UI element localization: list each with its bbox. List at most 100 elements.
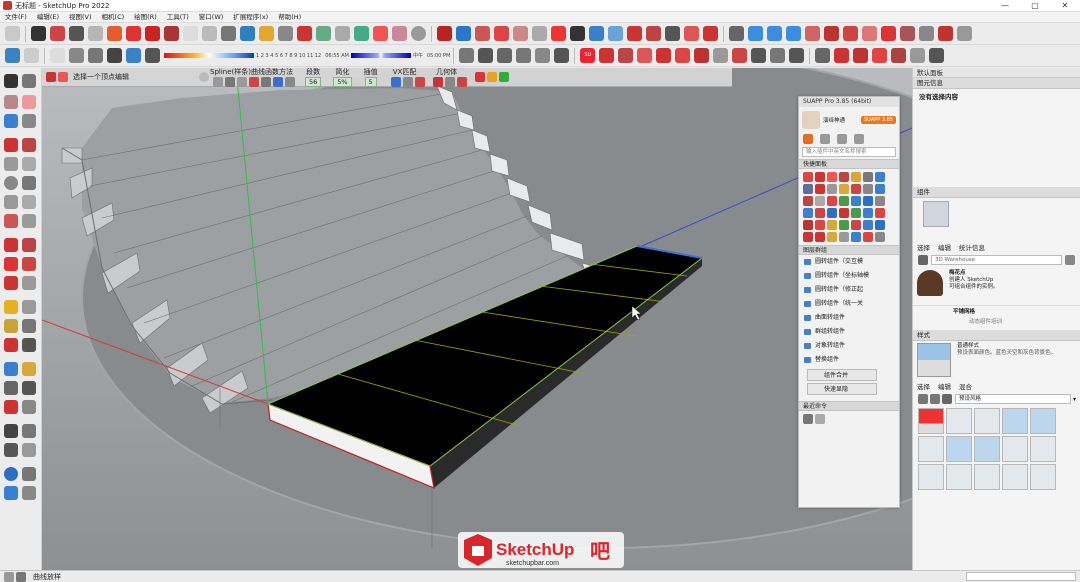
lasso-icon[interactable] [22,74,36,88]
segments-field[interactable]: 56 [304,77,322,87]
section-cut-icon[interactable] [475,26,490,41]
quick-tool-icon[interactable] [815,208,825,218]
list-item[interactable]: 替换组件 [799,353,899,367]
list-item[interactable]: 对象转组件 [799,339,899,353]
quick-tool-icon[interactable] [839,184,849,194]
style-swatch[interactable] [1030,408,1056,434]
spline-option-5-icon[interactable] [261,77,272,87]
rotate-tool-icon[interactable] [145,26,160,41]
two-point-icon[interactable] [938,26,953,41]
style-icon[interactable] [88,48,103,63]
style-swatch[interactable] [946,464,972,490]
three-point-arc-icon[interactable] [4,214,18,228]
section-display-icon[interactable] [456,26,471,41]
text-icon[interactable] [22,319,36,333]
quick-toggle-button[interactable]: 快速显隐 [807,383,877,395]
pan-icon[interactable] [259,26,274,41]
quick-tool-icon[interactable] [815,184,825,194]
dimension-icon[interactable] [22,300,36,314]
vx-option-1-icon[interactable] [390,77,401,87]
spline-option-4-icon[interactable] [249,77,260,87]
quick-tool-icon[interactable] [851,172,861,182]
style-swatch[interactable] [1002,408,1028,434]
fog-icon[interactable] [126,48,141,63]
suapp-axis-icon[interactable] [815,48,831,63]
quick-tool-icon[interactable] [875,172,885,182]
push-pull-icon[interactable] [107,26,122,41]
interp-field[interactable]: 5 [364,77,377,87]
menu-window[interactable]: 窗口(W) [194,12,229,23]
geometry-option-3-icon[interactable] [456,77,467,87]
camera-icon[interactable] [881,26,896,41]
quick-tool-icon[interactable] [863,184,873,194]
section-plane-icon[interactable] [437,26,452,41]
maximize-button[interactable]: ▢ [1020,0,1050,12]
extension-warehouse-icon[interactable] [354,26,369,41]
quick-tool-icon[interactable] [815,220,825,230]
text-tool-icon[interactable] [221,26,236,41]
styles-header[interactable]: 样式 [913,330,1080,341]
tag-icon[interactable] [4,114,18,128]
quick-tool-icon[interactable] [875,232,885,242]
3d-text-icon[interactable] [22,338,36,352]
quick-tool-icon[interactable] [839,172,849,182]
suapp-sun-icon[interactable] [637,48,653,63]
quick-tool-icon[interactable] [863,232,873,242]
style-collection-select[interactable]: 预设风格 [955,394,1071,404]
pencil-icon[interactable] [50,26,65,41]
simplify-field[interactable]: 5% [333,77,352,87]
quick-tool-icon[interactable] [803,196,813,206]
shadow-time-slider[interactable] [350,53,411,58]
menu-view[interactable]: 视图(V) [64,12,97,23]
suapp-marker-icon[interactable] [751,48,767,63]
quick-tool-icon[interactable] [851,208,861,218]
suapp-tree-icon[interactable] [872,48,888,63]
quick-tool-icon[interactable] [875,184,885,194]
right-view-icon[interactable] [805,26,820,41]
quick-tool-icon[interactable] [863,208,873,218]
tab-statistics[interactable]: 统计信息 [959,242,985,252]
quick-tool-icon[interactable] [803,208,813,218]
layers-icon[interactable] [459,48,475,63]
line-icon[interactable] [4,138,18,152]
parallel-projection-icon[interactable] [900,26,915,41]
quick-tool-icon[interactable] [827,208,837,218]
top-view-icon[interactable] [767,26,782,41]
style-swatch[interactable] [946,408,972,434]
offset-tool-icon[interactable] [183,26,198,41]
zoom-extents-left-icon[interactable] [4,400,18,414]
undo-vertex-icon[interactable] [474,72,485,82]
spline-option-1-icon[interactable] [213,77,224,87]
search-icon[interactable] [5,26,20,41]
list-item[interactable]: 群组转组件 [799,325,899,339]
suapp-mail-icon[interactable] [599,48,615,63]
style-swatch[interactable] [1030,464,1056,490]
home-tab-icon[interactable] [803,134,813,144]
two-point-arc-icon[interactable] [22,195,36,209]
paint-bucket-icon[interactable] [69,48,84,63]
merge-components-button[interactable]: 组件合并 [807,369,877,381]
paint-icon[interactable] [4,95,18,109]
walk-left-icon[interactable] [4,424,18,438]
front-view-icon[interactable] [786,26,801,41]
pie-icon[interactable] [22,214,36,228]
select-arrow-icon[interactable] [4,74,18,88]
shadow-icon[interactable] [107,48,122,63]
model-viewport[interactable] [42,68,912,570]
suapp-refresh-icon[interactable] [656,48,672,63]
layout-icon[interactable] [373,26,388,41]
circle-tool-icon[interactable] [69,26,84,41]
zoom-extents-icon[interactable] [297,26,312,41]
components-icon[interactable] [554,48,570,63]
style-swatch[interactable] [974,408,1000,434]
menu-edit[interactable]: 编辑(E) [32,12,64,23]
list-item[interactable]: 圆转组件（交互模 [799,255,899,269]
zoom-left-icon[interactable] [4,381,18,395]
tab-edit[interactable]: 编辑 [938,242,951,252]
quick-tool-icon[interactable] [875,196,885,206]
zoom-window-icon[interactable] [22,381,36,395]
materials-icon[interactable] [535,48,551,63]
freehand-icon[interactable] [22,138,36,152]
menu-camera[interactable]: 相机(C) [97,12,130,23]
hidden-line-icon[interactable] [570,26,585,41]
